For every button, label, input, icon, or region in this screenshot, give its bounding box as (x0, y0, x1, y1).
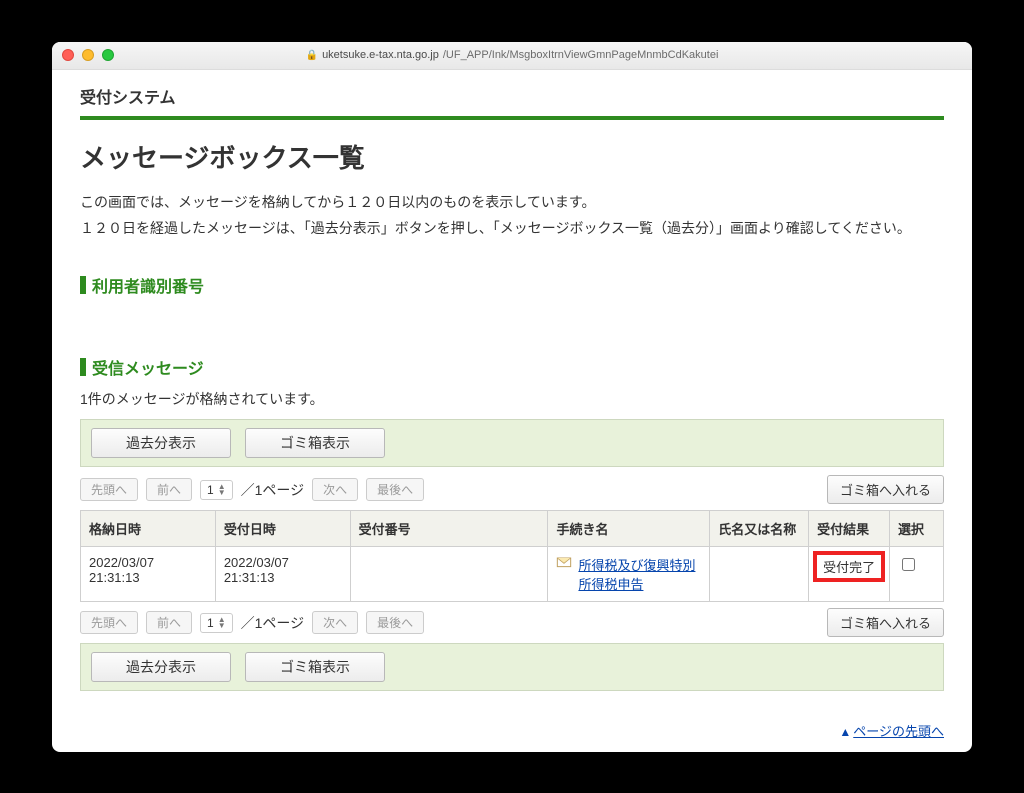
section-inbox: 受信メッセージ (80, 355, 944, 379)
pager-next[interactable]: 次へ (312, 478, 358, 501)
cell-name (710, 547, 809, 602)
pager-prev[interactable]: 前へ (146, 478, 192, 501)
section-bar-icon (80, 358, 86, 376)
pager-bottom: 先頭へ 前へ 1 ▲ ▼ ／1ページ 次へ 最後へ ゴミ箱へ入れる (80, 608, 944, 637)
table-row: 2022/03/07 21:31:13 2022/03/07 21:31:13 … (81, 547, 944, 602)
result-highlight: 受付完了 (813, 551, 885, 582)
url-host: uketsuke.e-tax.nta.go.jp (322, 49, 439, 61)
pager-current-page: 1 (207, 616, 214, 630)
trash-view-button[interactable]: ゴミ箱表示 (245, 428, 385, 458)
page-footer: ▲ページの先頭へ (80, 721, 944, 740)
cell-procedure: 所得税及び復興特別所得税申告 (548, 547, 710, 602)
section-user-id: 利用者識別番号 (80, 273, 944, 297)
pager-first[interactable]: 先頭へ (80, 478, 138, 501)
pager-last[interactable]: 最後へ (366, 478, 424, 501)
pager-total: ／1ページ (241, 480, 305, 500)
cell-number (350, 547, 548, 602)
th-procedure: 手続き名 (548, 511, 710, 547)
pager-total: ／1ページ (241, 613, 305, 633)
pager-current-page: 1 (207, 483, 214, 497)
th-result: 受付結果 (809, 511, 890, 547)
page-title: メッセージボックス一覧 (80, 138, 944, 175)
pager-page-select[interactable]: 1 ▲ ▼ (200, 613, 233, 633)
cell-accepted: 2022/03/07 21:31:13 (215, 547, 350, 602)
browser-titlebar: 🔒 uketsuke.e-tax.nta.go.jp/UF_APP/Ink/Ms… (52, 42, 972, 70)
message-table: 格納日時 受付日時 受付番号 手続き名 氏名又は名称 受付結果 選択 2022/… (80, 510, 944, 602)
chevron-down-icon: ▼ (218, 623, 226, 629)
page-content: 受付システム メッセージボックス一覧 この画面では、メッセージを格納してから１２… (52, 70, 972, 752)
browser-window: 🔒 uketsuke.e-tax.nta.go.jp/UF_APP/Ink/Ms… (52, 42, 972, 752)
th-accepted: 受付日時 (215, 511, 350, 547)
to-trash-button[interactable]: ゴミ箱へ入れる (827, 475, 944, 504)
row-select-checkbox[interactable] (902, 558, 915, 571)
cell-result: 受付完了 (809, 547, 890, 602)
past-button[interactable]: 過去分表示 (91, 652, 231, 682)
window-zoom-button[interactable] (102, 49, 114, 61)
procedure-link[interactable]: 所得税及び復興特別所得税申告 (578, 555, 701, 593)
chevron-down-icon: ▼ (218, 490, 226, 496)
arrow-up-icon: ▲ (839, 725, 851, 739)
section-bar-icon (80, 276, 86, 294)
th-stored: 格納日時 (81, 511, 216, 547)
back-to-top-link[interactable]: ページの先頭へ (853, 724, 944, 739)
past-button[interactable]: 過去分表示 (91, 428, 231, 458)
th-select: 選択 (890, 511, 944, 547)
section-inbox-label: 受信メッセージ (92, 355, 204, 379)
pager-top: 先頭へ 前へ 1 ▲ ▼ ／1ページ 次へ 最後へ ゴミ箱へ入れる (80, 475, 944, 504)
address-bar[interactable]: 🔒 uketsuke.e-tax.nta.go.jp/UF_APP/Ink/Ms… (306, 49, 719, 61)
th-name: 氏名又は名称 (710, 511, 809, 547)
toolbar-top: 過去分表示 ゴミ箱表示 (80, 419, 944, 467)
envelope-icon (556, 555, 572, 572)
inbox-status: 1件のメッセージが格納されています。 (80, 389, 944, 409)
pager-first[interactable]: 先頭へ (80, 611, 138, 634)
section-user-id-label: 利用者識別番号 (92, 273, 204, 297)
pager-page-select[interactable]: 1 ▲ ▼ (200, 480, 233, 500)
url-path: /UF_APP/Ink/MsgboxItrnViewGmnPageMnmbCdK… (443, 49, 719, 61)
cell-stored: 2022/03/07 21:31:13 (81, 547, 216, 602)
pager-last[interactable]: 最後へ (366, 611, 424, 634)
lock-icon: 🔒 (306, 50, 318, 61)
pager-next[interactable]: 次へ (312, 611, 358, 634)
app-title: 受付システム (80, 84, 944, 116)
cell-select (890, 547, 944, 602)
description-line-2: １２０日を経過したメッセージは、「過去分表示」ボタンを押し、「メッセージボックス… (80, 217, 944, 239)
window-close-button[interactable] (62, 49, 74, 61)
trash-view-button[interactable]: ゴミ箱表示 (245, 652, 385, 682)
toolbar-bottom: 過去分表示 ゴミ箱表示 (80, 643, 944, 691)
th-number: 受付番号 (350, 511, 548, 547)
pager-prev[interactable]: 前へ (146, 611, 192, 634)
to-trash-button[interactable]: ゴミ箱へ入れる (827, 608, 944, 637)
divider (80, 116, 944, 120)
description-line-1: この画面では、メッセージを格納してから１２０日以内のものを表示しています。 (80, 191, 944, 213)
window-minimize-button[interactable] (82, 49, 94, 61)
